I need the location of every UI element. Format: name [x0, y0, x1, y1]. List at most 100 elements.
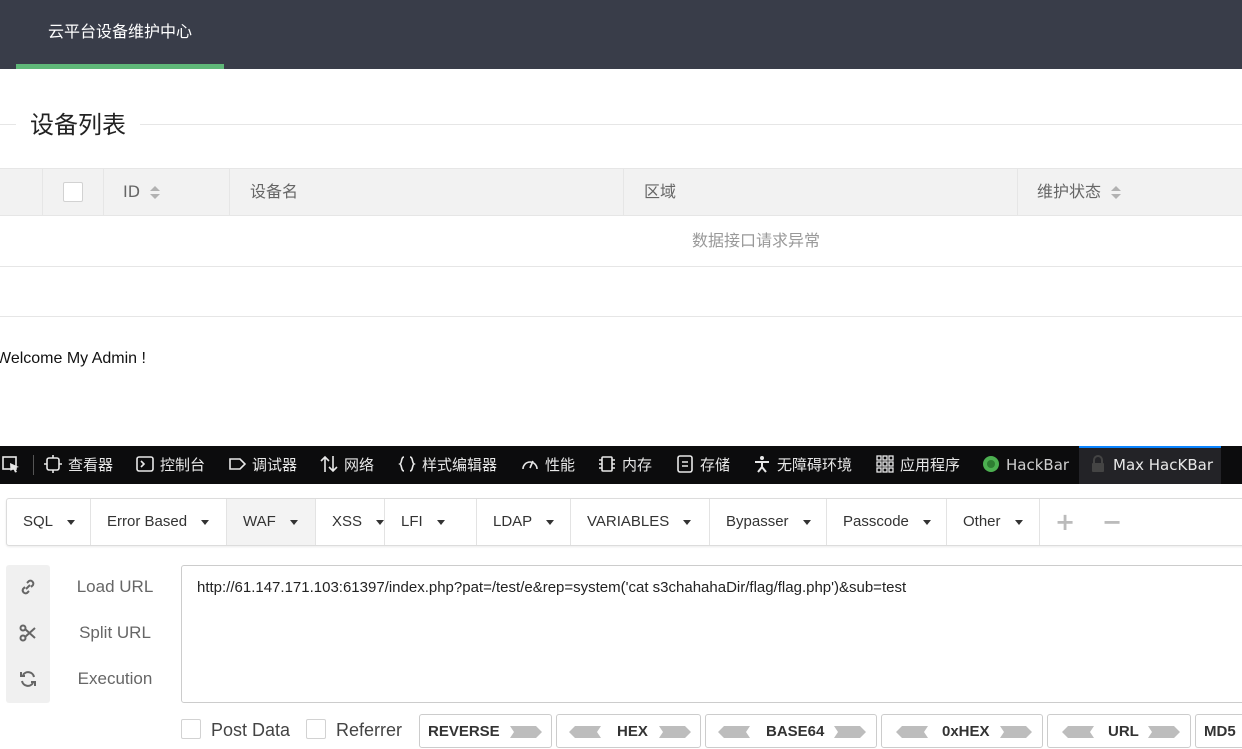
0xhex-label: 0xHEX [942, 723, 990, 740]
tab-max-hackbar[interactable]: Max HacKBar [1079, 446, 1221, 484]
braces-icon [398, 455, 416, 472]
pick-element-icon [2, 455, 19, 472]
tab-inspector[interactable]: 查看器 [44, 446, 113, 484]
base64-button[interactable]: BASE64 [705, 714, 877, 748]
tab-inspector-label: 查看器 [68, 456, 114, 474]
chevron-down-icon [67, 519, 76, 525]
split-url-button[interactable]: Split URL [60, 623, 170, 643]
select-all-checkbox[interactable] [63, 182, 83, 202]
hex-label: HEX [617, 723, 648, 740]
column-device-name: 设备名 [229, 169, 624, 215]
tab-performance-label: 性能 [545, 456, 576, 474]
tab-accessibility-label: 无障碍环境 [777, 456, 853, 474]
post-data-option[interactable]: Post Data [181, 719, 291, 741]
referrer-checkbox[interactable] [306, 719, 326, 740]
brand-nav-item[interactable]: 云平台设备维护中心 [16, 0, 224, 64]
refresh-icon[interactable] [18, 669, 38, 689]
tab-style-editor-label: 样式编辑器 [422, 456, 498, 474]
column-status-label: 维护状态 [1037, 182, 1102, 201]
tab-hackbar-label: HackBar [1006, 456, 1070, 474]
reverse-label: REVERSE [428, 723, 500, 740]
chevron-down-icon [201, 519, 210, 525]
chip-icon [599, 455, 615, 472]
table-header: ID 设备名 区域 维护状态 [0, 168, 1242, 216]
chevron-down-icon [1014, 519, 1023, 525]
arrow-left-icon [718, 726, 750, 738]
referrer-option[interactable]: Referrer [306, 719, 403, 741]
chevron-down-icon [802, 519, 811, 525]
tab-storage[interactable]: 存储 [676, 446, 730, 484]
minus-icon[interactable]: − [1102, 499, 1122, 545]
chevron-down-icon [922, 519, 931, 525]
menu-variables[interactable]: VARIABLES [571, 499, 710, 545]
hex-button[interactable]: HEX [556, 714, 701, 748]
link-icon[interactable] [18, 577, 38, 597]
welcome-text: Welcome My Admin ! [0, 350, 146, 367]
storage-icon [677, 454, 693, 473]
menu-xss[interactable]: XSS [316, 499, 385, 545]
load-url-button[interactable]: Load URL [60, 577, 170, 597]
tab-storage-label: 存储 [700, 456, 731, 474]
menu-error-based[interactable]: Error Based [91, 499, 227, 545]
inspector-icon [44, 454, 62, 473]
menu-variables-label: VARIABLES [587, 513, 670, 530]
sort-icon[interactable] [150, 185, 161, 200]
post-data-label: Post Data [211, 720, 291, 740]
tab-network-label: 网络 [344, 456, 375, 474]
arrow-right-icon [834, 726, 866, 738]
element-picker-button[interactable] [2, 446, 26, 484]
md5-button[interactable]: MD5 [1195, 714, 1242, 748]
select-all-cell [42, 169, 104, 215]
tab-debugger-label: 调试器 [252, 456, 298, 474]
menu-waf-label: WAF [243, 513, 276, 530]
column-device-name-label: 设备名 [250, 182, 299, 201]
tab-network[interactable]: 网络 [320, 446, 374, 484]
menu-bypasser[interactable]: Bypasser [710, 499, 827, 545]
menu-other[interactable]: Other [947, 499, 1040, 545]
menu-other-label: Other [963, 513, 1001, 530]
column-status[interactable]: 维护状态 [1017, 169, 1242, 215]
url-encode-button[interactable]: URL [1047, 714, 1191, 748]
chevron-down-icon [436, 519, 445, 525]
grid-icon [876, 454, 894, 473]
menu-passcode-label: Passcode [843, 513, 909, 530]
reverse-button[interactable]: REVERSE [419, 714, 552, 748]
arrow-right-icon [1000, 726, 1032, 738]
arrow-left-icon [569, 726, 601, 738]
tab-max-hackbar-label: Max HacKBar [1113, 456, 1213, 474]
menu-error-based-label: Error Based [107, 513, 188, 530]
scissors-icon[interactable] [18, 623, 38, 643]
referrer-label: Referrer [336, 720, 403, 740]
sort-icon[interactable] [1111, 185, 1122, 200]
tab-style-editor[interactable]: 样式编辑器 [398, 446, 497, 484]
execution-button[interactable]: Execution [60, 669, 170, 689]
devtools-toolbar: 查看器 控制台 调试器 网络 样式编辑器 性能 内存 存储 无障碍环境 应用程序… [0, 446, 1242, 484]
url-textarea[interactable]: http://61.147.171.103:61397/index.php?pa… [181, 565, 1242, 703]
tab-console-label: 控制台 [160, 456, 206, 474]
lock-icon [1092, 454, 1104, 472]
gauge-icon [522, 460, 538, 469]
md5-label: MD5 [1204, 723, 1236, 740]
tab-debugger[interactable]: 调试器 [228, 446, 297, 484]
tab-memory[interactable]: 内存 [598, 446, 652, 484]
menu-passcode[interactable]: Passcode [827, 499, 947, 545]
tab-performance[interactable]: 性能 [521, 446, 575, 484]
tab-console[interactable]: 控制台 [136, 446, 205, 484]
0xhex-button[interactable]: 0xHEX [881, 714, 1043, 748]
tab-accessibility[interactable]: 无障碍环境 [753, 446, 852, 484]
menu-sql[interactable]: SQL [7, 499, 91, 545]
tab-application[interactable]: 应用程序 [876, 446, 960, 484]
arrow-right-icon [1148, 726, 1180, 738]
column-id[interactable]: ID [103, 169, 230, 215]
menu-ldap[interactable]: LDAP [477, 499, 571, 545]
arrow-left-icon [1062, 726, 1094, 738]
tab-hackbar[interactable]: HackBar [982, 446, 1069, 484]
column-region: 区域 [623, 169, 1018, 215]
plus-icon[interactable]: + [1055, 499, 1075, 545]
menu-waf[interactable]: WAF [227, 499, 316, 545]
menu-lfi[interactable]: LFI [385, 499, 477, 545]
section-divider [0, 124, 1242, 125]
tab-memory-label: 内存 [622, 456, 653, 474]
table-row [0, 267, 1242, 317]
post-data-checkbox[interactable] [181, 719, 201, 740]
